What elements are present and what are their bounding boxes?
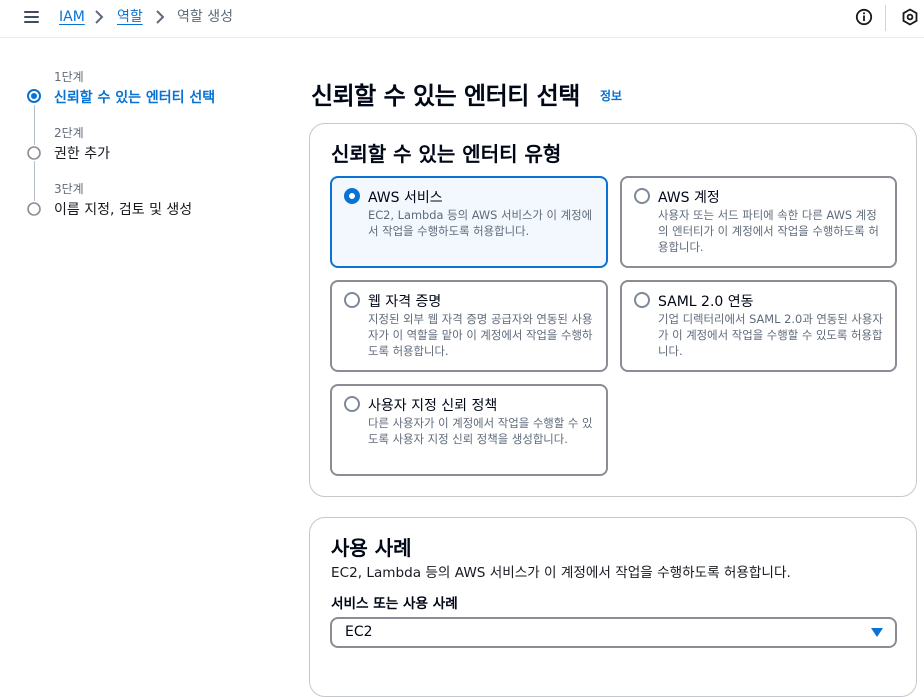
- tile-description: 지정된 외부 웹 자격 증명 공급자와 연동된 사용자가 이 역할을 맡아 이 …: [368, 312, 593, 358]
- radio-button[interactable]: [344, 396, 360, 412]
- step-2-title: 권한 추가: [54, 146, 110, 162]
- breadcrumb-roles[interactable]: 역할: [117, 7, 143, 27]
- chevron-right-icon: [95, 10, 104, 24]
- radio-button[interactable]: [344, 292, 360, 308]
- step-2-icon: [27, 146, 41, 160]
- tile-title: AWS 계정: [658, 190, 720, 206]
- divider: [885, 5, 886, 31]
- tile-web-identity[interactable]: 웹 자격 증명 지정된 외부 웹 자격 증명 공급자와 연동된 사용자가 이 역…: [330, 280, 608, 372]
- settings-icon[interactable]: [901, 8, 919, 26]
- tile-title: AWS 서비스: [368, 190, 443, 206]
- breadcrumb-iam[interactable]: IAM: [59, 7, 85, 27]
- radio-button[interactable]: [634, 292, 650, 308]
- use-case-description: EC2, Lambda 등의 AWS 서비스가 이 계정에서 작업을 수행하도록…: [331, 565, 791, 581]
- step-1-title: 신뢰할 수 있는 엔터티 선택: [54, 90, 216, 106]
- tile-title: 사용자 지정 신뢰 정책: [368, 398, 498, 414]
- step-1-label: 1단계: [54, 70, 84, 84]
- use-case-heading: 사용 사례: [331, 536, 412, 560]
- tile-aws-service[interactable]: AWS 서비스 EC2, Lambda 등의 AWS 서비스가 이 계정에서 작…: [330, 176, 608, 268]
- info-icon[interactable]: [855, 8, 873, 26]
- tile-title: SAML 2.0 연동: [658, 294, 754, 310]
- info-link[interactable]: 정보: [600, 87, 622, 104]
- chevron-right-icon: [156, 10, 165, 24]
- radio-button[interactable]: [634, 188, 650, 204]
- tile-title: 웹 자격 증명: [368, 294, 442, 310]
- tile-description: 사용자 또는 서드 파티에 속한 다른 AWS 계정의 엔터티가 이 계정에서 …: [658, 208, 879, 254]
- tile-description: 다른 사용자가 이 계정에서 작업을 수행할 수 있도록 사용자 지정 신뢰 정…: [368, 416, 593, 446]
- tile-custom-trust-policy[interactable]: 사용자 지정 신뢰 정책 다른 사용자가 이 계정에서 작업을 수행할 수 있도…: [330, 384, 608, 476]
- tile-description: 기업 디렉터리에서 SAML 2.0과 연동된 사용자가 이 계정에서 작업을 …: [658, 312, 883, 358]
- step-1-active-icon: [27, 89, 41, 103]
- service-field-label: 서비스 또는 사용 사례: [331, 596, 458, 612]
- breadcrumb-create-role: 역할 생성: [177, 9, 233, 25]
- select-value: EC2: [345, 624, 373, 640]
- step-3-icon: [27, 202, 41, 216]
- service-select[interactable]: EC2: [330, 617, 897, 648]
- tile-aws-account[interactable]: AWS 계정 사용자 또는 서드 파티에 속한 다른 AWS 계정의 엔터티가 …: [620, 176, 897, 268]
- tile-saml-federation[interactable]: SAML 2.0 연동 기업 디렉터리에서 SAML 2.0과 연동된 사용자가…: [620, 280, 897, 372]
- step-2-label: 2단계: [54, 126, 84, 140]
- menu-icon[interactable]: [24, 10, 40, 24]
- page-title: 신뢰할 수 있는 엔터티 선택: [311, 82, 580, 110]
- step-3-label: 3단계: [54, 182, 84, 196]
- step-connector: [34, 105, 35, 145]
- top-navigation-bar: IAM 역할 역할 생성: [0, 0, 924, 38]
- tile-description: EC2, Lambda 등의 AWS 서비스가 이 계정에서 작업을 수행하도록…: [368, 208, 593, 238]
- step-3-title: 이름 지정, 검토 및 생성: [54, 202, 193, 218]
- entity-type-heading: 신뢰할 수 있는 엔터티 유형: [331, 142, 562, 166]
- caret-down-icon: [871, 628, 883, 637]
- radio-button[interactable]: [344, 188, 360, 204]
- step-connector: [34, 161, 35, 201]
